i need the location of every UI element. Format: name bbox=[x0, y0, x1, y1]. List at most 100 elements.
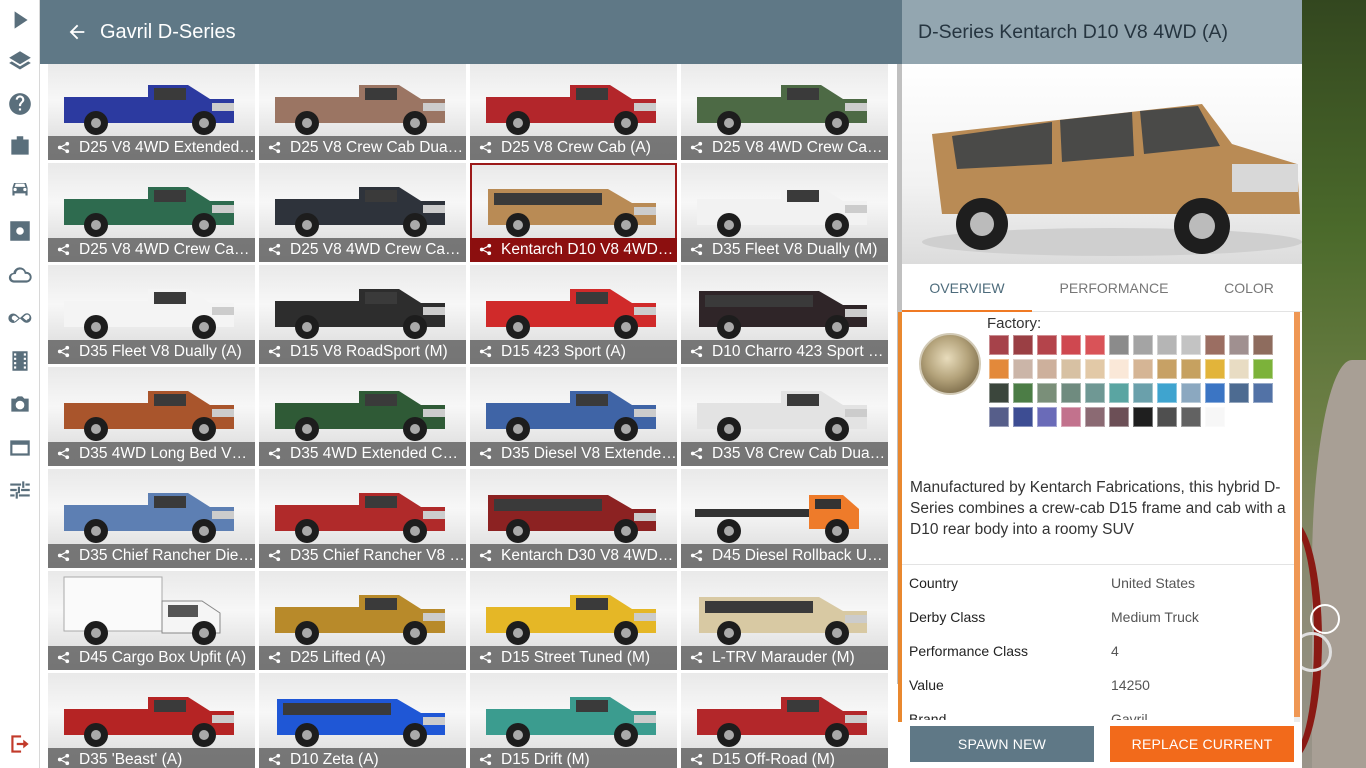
paint-swatch[interactable] bbox=[1229, 383, 1249, 403]
play-icon[interactable] bbox=[0, 0, 40, 40]
paint-swatch[interactable] bbox=[1253, 359, 1273, 379]
vehicle-tile[interactable]: D25 V8 4WD Crew Cab (M) bbox=[48, 163, 255, 262]
paint-swatch[interactable] bbox=[989, 359, 1009, 379]
vehicle-tile[interactable]: D15 Street Tuned (M) bbox=[470, 571, 677, 670]
camera-icon[interactable] bbox=[0, 384, 40, 424]
tab-overview[interactable]: OVERVIEW bbox=[902, 264, 1032, 312]
paint-swatch[interactable] bbox=[1109, 383, 1129, 403]
mission-icon[interactable] bbox=[0, 126, 40, 166]
vehicle-tile[interactable]: D25 V8 4WD Crew Cab (A) bbox=[259, 163, 466, 262]
vehicle-tile[interactable]: D10 Zeta (A) bbox=[259, 673, 466, 768]
help-icon[interactable] bbox=[0, 84, 40, 124]
detail-scrollbar-thumb[interactable] bbox=[1294, 312, 1300, 717]
vehicle-tile[interactable]: D35 4WD Extended Cab (A) bbox=[259, 367, 466, 466]
vehicle-tile[interactable]: D15 423 Sport (A) bbox=[470, 265, 677, 364]
tab-performance[interactable]: PERFORMANCE bbox=[1050, 264, 1178, 312]
paint-swatch[interactable] bbox=[1181, 335, 1201, 355]
paint-swatch[interactable] bbox=[1013, 359, 1033, 379]
paint-swatch[interactable] bbox=[1013, 383, 1033, 403]
vehicle-tile[interactable]: D35 V8 Crew Cab Dually (A) bbox=[681, 367, 888, 466]
paint-swatch[interactable] bbox=[1061, 335, 1081, 355]
vehicle-tile[interactable]: D35 Fleet V8 Dually (A) bbox=[48, 265, 255, 364]
paint-swatch[interactable] bbox=[1253, 383, 1273, 403]
vehicle-tile[interactable]: D15 Drift (M) bbox=[470, 673, 677, 768]
paint-swatch[interactable] bbox=[1157, 407, 1177, 427]
back-arrow-icon[interactable] bbox=[66, 21, 88, 43]
paint-swatch[interactable] bbox=[1229, 335, 1249, 355]
vehicle-tile[interactable]: D15 V8 RoadSport (M) bbox=[259, 265, 466, 364]
paint-swatch[interactable] bbox=[1013, 335, 1033, 355]
paint-swatch[interactable] bbox=[1109, 359, 1129, 379]
vehicle-tile[interactable]: D35 4WD Long Bed V8 (A) bbox=[48, 367, 255, 466]
replace-current-button[interactable]: REPLACE CURRENT bbox=[1110, 726, 1294, 762]
paint-swatch[interactable] bbox=[1013, 407, 1033, 427]
sliders-icon[interactable] bbox=[0, 470, 40, 510]
paint-swatch[interactable] bbox=[989, 383, 1009, 403]
vehicle-tile[interactable]: D35 Fleet V8 Dually (M) bbox=[681, 163, 888, 262]
paint-swatch[interactable] bbox=[1253, 335, 1273, 355]
vehicle-tile[interactable]: D25 Lifted (A) bbox=[259, 571, 466, 670]
paint-swatch[interactable] bbox=[1157, 359, 1177, 379]
spawn-new-button[interactable]: SPAWN NEW bbox=[910, 726, 1094, 762]
paint-swatch[interactable] bbox=[1181, 407, 1201, 427]
vehicle-tile-label: D25 V8 Crew Cab Dually (A) bbox=[259, 136, 466, 160]
vehicle-tile[interactable]: D25 V8 Crew Cab Dually (A) bbox=[259, 64, 466, 160]
paint-swatch[interactable] bbox=[1181, 383, 1201, 403]
vehicle-thumbnail bbox=[275, 289, 445, 339]
paint-swatch[interactable] bbox=[1205, 407, 1225, 427]
paint-swatch[interactable] bbox=[1061, 359, 1081, 379]
paint-swatch[interactable] bbox=[1205, 359, 1225, 379]
paint-swatch[interactable] bbox=[1037, 383, 1057, 403]
vehicle-tile[interactable]: Kentarch D10 V8 4WD (A) bbox=[470, 163, 677, 262]
vehicle-tile[interactable]: Kentarch D30 V8 4WD (A) bbox=[470, 469, 677, 568]
paint-swatch[interactable] bbox=[1133, 335, 1153, 355]
config-share-icon bbox=[56, 752, 71, 767]
window-icon[interactable] bbox=[0, 428, 40, 468]
paint-swatch[interactable] bbox=[1133, 407, 1153, 427]
cloud-icon[interactable] bbox=[0, 255, 40, 295]
paint-swatch[interactable] bbox=[1205, 335, 1225, 355]
paint-swatch[interactable] bbox=[1109, 407, 1129, 427]
tab-color[interactable]: COLOR bbox=[1212, 264, 1286, 312]
vehicle-tile[interactable]: D25 V8 Crew Cab (A) bbox=[470, 64, 677, 160]
vehicle-icon[interactable] bbox=[0, 169, 40, 209]
paint-swatch[interactable] bbox=[1133, 359, 1153, 379]
paint-swatch[interactable] bbox=[1085, 407, 1105, 427]
config-share-icon bbox=[478, 752, 493, 767]
exit-icon[interactable] bbox=[0, 724, 40, 764]
infinity-icon[interactable] bbox=[0, 298, 40, 338]
layers-icon[interactable] bbox=[0, 41, 40, 81]
paint-swatch[interactable] bbox=[989, 407, 1009, 427]
vehicle-tile[interactable]: D35 'Beast' (A) bbox=[48, 673, 255, 768]
vehicle-tile[interactable]: D25 V8 4WD Extended Cab (A) bbox=[48, 64, 255, 160]
paint-swatch[interactable] bbox=[1133, 383, 1153, 403]
vehicle-tile[interactable]: D45 Diesel Rollback Upfit (A) bbox=[681, 469, 888, 568]
vehicle-tile[interactable]: L-TRV Marauder (M) bbox=[681, 571, 888, 670]
paint-swatch[interactable] bbox=[1181, 359, 1201, 379]
paint-swatch[interactable] bbox=[1157, 383, 1177, 403]
paint-swatch[interactable] bbox=[1085, 335, 1105, 355]
paint-swatch[interactable] bbox=[1037, 407, 1057, 427]
film-icon[interactable] bbox=[0, 341, 40, 381]
paint-swatch[interactable] bbox=[1037, 359, 1057, 379]
info-value: United States bbox=[1111, 575, 1196, 591]
paint-swatch[interactable] bbox=[1157, 335, 1177, 355]
settings-gear-icon[interactable] bbox=[0, 211, 40, 251]
paint-swatch[interactable] bbox=[1109, 335, 1129, 355]
paint-swatch[interactable] bbox=[989, 335, 1009, 355]
vehicle-tile[interactable]: D10 Charro 423 Sport (A) bbox=[681, 265, 888, 364]
paint-swatch[interactable] bbox=[1085, 359, 1105, 379]
vehicle-tile[interactable]: D35 Diesel V8 Extended Cab (A) bbox=[470, 367, 677, 466]
vehicle-tile[interactable]: D15 Off-Road (M) bbox=[681, 673, 888, 768]
paint-swatch[interactable] bbox=[1229, 359, 1249, 379]
vehicle-tile[interactable]: D45 Cargo Box Upfit (A) bbox=[48, 571, 255, 670]
paint-swatch[interactable] bbox=[1037, 335, 1057, 355]
paint-swatch[interactable] bbox=[1085, 383, 1105, 403]
paint-swatch[interactable] bbox=[1205, 383, 1225, 403]
vehicle-tile[interactable]: D35 Chief Rancher Diesel (A) bbox=[48, 469, 255, 568]
paint-swatch[interactable] bbox=[1061, 383, 1081, 403]
main-toolbar bbox=[0, 0, 40, 768]
paint-swatch[interactable] bbox=[1061, 407, 1081, 427]
vehicle-tile[interactable]: D35 Chief Rancher V8 (A) bbox=[259, 469, 466, 568]
vehicle-tile[interactable]: D25 V8 4WD Crew Cab (A) bbox=[681, 64, 888, 160]
